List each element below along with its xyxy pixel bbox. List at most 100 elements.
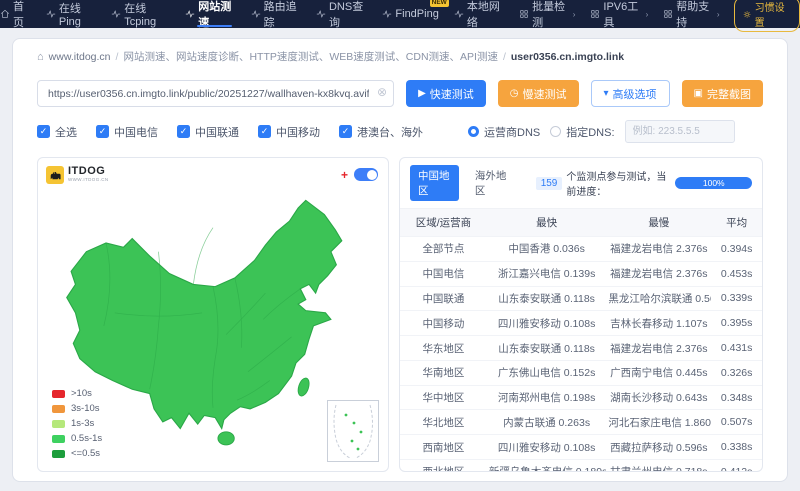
map-marker-plus: + xyxy=(340,167,348,182)
nav-item-2[interactable]: 在线Tcping xyxy=(111,0,170,28)
map-panel: ITDOG WWW.ITDOG.CN + >10s 3s-10s 1s-3s 0… xyxy=(37,157,389,472)
table-row: 西南地区 四川雅安移动 0.108s 西藏拉萨移动 0.596s 0.338s xyxy=(400,434,762,460)
table-row: 中国联通山东泰安联通 0.118s黑龙江哈尔滨联通 0.564s0.339s xyxy=(400,285,762,311)
clock-icon: ◷ xyxy=(509,87,519,99)
breadcrumb-services[interactable]: 网站测速、网站速度诊断、HTTP速度测试、WEB速度测试、CDN测速、API测速 xyxy=(123,49,498,64)
table-row: 华中地区 河南郑州电信 0.198s 湖南长沙移动 0.643s 0.348s xyxy=(400,384,762,410)
checkbox-0[interactable]: ✓ 全选 xyxy=(37,124,77,140)
url-toolbar: ⊗ ▶ 快速测试 ◷ 慢速测试 ▾ 高级选项 ▣ 完整截图 xyxy=(37,80,763,107)
nav-item-5[interactable]: DNS查询 xyxy=(316,0,367,29)
nav-item-label: 路由追踪 xyxy=(263,1,297,29)
column-header: 区域/运营商 xyxy=(400,209,487,237)
fast-test-label: 快速测试 xyxy=(429,88,474,101)
nav-item-8[interactable]: 批量检测 › xyxy=(519,0,576,29)
table-cell-r3-c0: 中国移动 xyxy=(400,310,487,336)
url-input[interactable] xyxy=(37,80,395,107)
table-cell-r9-c0: 西北地区 xyxy=(400,459,487,471)
table-row: 华东地区 山东泰安联通 0.118s 福建龙岩电信 2.376s 0.431s xyxy=(400,335,762,361)
table-cell-r5-c1: 广东佛山电信 0.152s xyxy=(486,359,607,386)
slow-test-label: 慢速测试 xyxy=(522,88,567,101)
legend-item-4: <=0.5s xyxy=(52,448,102,459)
south-sea-inset xyxy=(327,400,379,462)
grid-icon xyxy=(519,9,529,19)
nav-item-7[interactable]: 本地网络 xyxy=(454,0,504,29)
dns-radio-group: 运营商DNS 指定DNS: xyxy=(468,120,735,143)
table-cell-r8-c2: 西藏拉萨移动 0.596s xyxy=(606,434,712,460)
filter-row: ✓ 全选 ✓ 中国电信 ✓ 中国联通 ✓ 中国移动 ✓ 港澳台、海外 运营商DNS 指定DNS: xyxy=(37,120,763,143)
nav-item-10[interactable]: 帮助支持 › xyxy=(663,0,720,29)
table-cell-r8-c3: 0.338s xyxy=(711,434,762,460)
legend-swatch xyxy=(52,419,65,428)
legend-label: <=0.5s xyxy=(71,448,101,459)
monitor-text: 个监测点参与测试，当前进度： xyxy=(566,172,667,198)
settings-button[interactable]: 习惯设置 xyxy=(734,0,800,32)
table-row: 华北地区 内蒙古联通 0.263s 河北石家庄电信 1.860s 0.507s xyxy=(400,409,762,435)
tab-overseas-region[interactable]: 海外地区 xyxy=(467,165,516,201)
table-cell-r5-c3: 0.326s xyxy=(711,359,762,386)
custom-dns-label: 指定DNS: xyxy=(566,126,615,139)
logo-text: ITDOG xyxy=(68,165,106,177)
table-cell-r5-c2: 广西南宁电信 0.445s xyxy=(606,359,712,386)
checkbox-label: 全选 xyxy=(55,126,77,139)
monitor-info: 159 个监测点参与测试，当前进度： 100% xyxy=(535,168,753,198)
map-toggle-switch[interactable] xyxy=(354,168,378,181)
checkbox-label: 港澳台、海外 xyxy=(357,126,423,139)
nav-item-9[interactable]: IPV6工具 › xyxy=(590,0,648,29)
legend-swatch xyxy=(52,449,65,458)
full-screenshot-button[interactable]: ▣ 完整截图 xyxy=(681,80,763,107)
table-cell-r9-c1: 新疆乌鲁木齐电信 0.189s xyxy=(486,459,607,471)
dns-input[interactable] xyxy=(624,120,735,143)
nav-item-label: FindPing xyxy=(395,8,439,20)
advanced-options-button[interactable]: ▾ 高级选项 xyxy=(590,80,670,107)
checkbox-checked-icon: ✓ xyxy=(258,125,271,138)
nav-item-0[interactable]: 首页 xyxy=(0,0,31,29)
tab-china-region[interactable]: 中国地区 xyxy=(410,165,459,201)
legend-item-3: 0.5s-1s xyxy=(52,433,102,444)
monitor-count-badge: 159 xyxy=(535,176,563,190)
legend-swatch xyxy=(52,434,65,443)
carrier-dns-radio[interactable]: 运营商DNS xyxy=(468,124,540,140)
table-row: 中国电信 浙江嘉兴电信 0.139s 福建龙岩电信 2.376s 0.453s xyxy=(400,260,762,287)
legend-label: 3s-10s xyxy=(71,403,100,414)
nav-item-label: 帮助支持 xyxy=(676,1,710,29)
results-panel: 中国地区 海外地区 159 个监测点参与测试，当前进度： 100% 区域/运营商… xyxy=(399,157,763,472)
table-cell-r7-c0: 华北地区 xyxy=(400,409,487,435)
nav-item-4[interactable]: 路由追踪 xyxy=(251,0,301,29)
checkbox-checked-icon: ✓ xyxy=(96,125,109,138)
fast-test-button[interactable]: ▶ 快速测试 xyxy=(406,80,486,107)
nav-item-3[interactable]: 网站测速 xyxy=(185,0,235,29)
grid-icon xyxy=(663,9,673,19)
column-header: 最慢 xyxy=(606,209,712,237)
logo-subtext: WWW.ITDOG.CN xyxy=(68,177,109,182)
legend-swatch xyxy=(52,404,65,413)
checkbox-2[interactable]: ✓ 中国联通 xyxy=(177,124,239,140)
legend-label: 1s-3s xyxy=(71,418,95,429)
nav-item-1[interactable]: 在线Ping xyxy=(46,0,96,28)
table-cell-r6-c1: 河南郑州电信 0.198s xyxy=(486,384,607,410)
table-cell-r4-c3: 0.431s xyxy=(711,335,762,361)
nav-item-label: IPV6工具 xyxy=(603,1,639,29)
breadcrumb-separator: / xyxy=(502,50,506,63)
table-cell-r5-c0: 华南地区 xyxy=(400,359,487,386)
breadcrumb-site[interactable]: www.itdog.cn xyxy=(49,51,111,63)
custom-dns-radio[interactable]: 指定DNS: xyxy=(550,124,615,140)
clear-input-icon[interactable]: ⊗ xyxy=(377,86,387,98)
home-icon: ⌂ xyxy=(37,50,44,63)
slow-test-button[interactable]: ◷ 慢速测试 xyxy=(497,80,579,107)
chevron-down-icon: ▾ xyxy=(603,87,609,99)
chevron-right-icon: › xyxy=(572,9,576,19)
gear-icon xyxy=(744,10,751,18)
checkbox-3[interactable]: ✓ 中国移动 xyxy=(258,124,320,140)
results-table: 区域/运营商 最快 最慢 平均 全部节点 中国香港 0.036s 福建龙岩电信 2.376… xyxy=(400,209,762,471)
breadcrumb: ⌂ www.itdog.cn / 网站测速、网站速度诊断、HTTP速度测试、WE… xyxy=(37,49,763,64)
map-controls: + xyxy=(341,168,378,181)
ping-icon xyxy=(185,9,195,19)
new-badge: NEW xyxy=(429,0,449,7)
table-cell-r4-c1: 山东泰安联通 0.118s xyxy=(486,335,607,361)
table-cell-r9-c3: 0.412s xyxy=(711,459,762,471)
legend-item-1: 3s-10s xyxy=(52,403,102,414)
checkbox-1[interactable]: ✓ 中国电信 xyxy=(96,124,158,140)
column-header: 最快 xyxy=(486,209,607,237)
nav-item-6[interactable]: FindPing NEW xyxy=(382,0,449,28)
checkbox-4[interactable]: ✓ 港澳台、海外 xyxy=(339,124,423,140)
